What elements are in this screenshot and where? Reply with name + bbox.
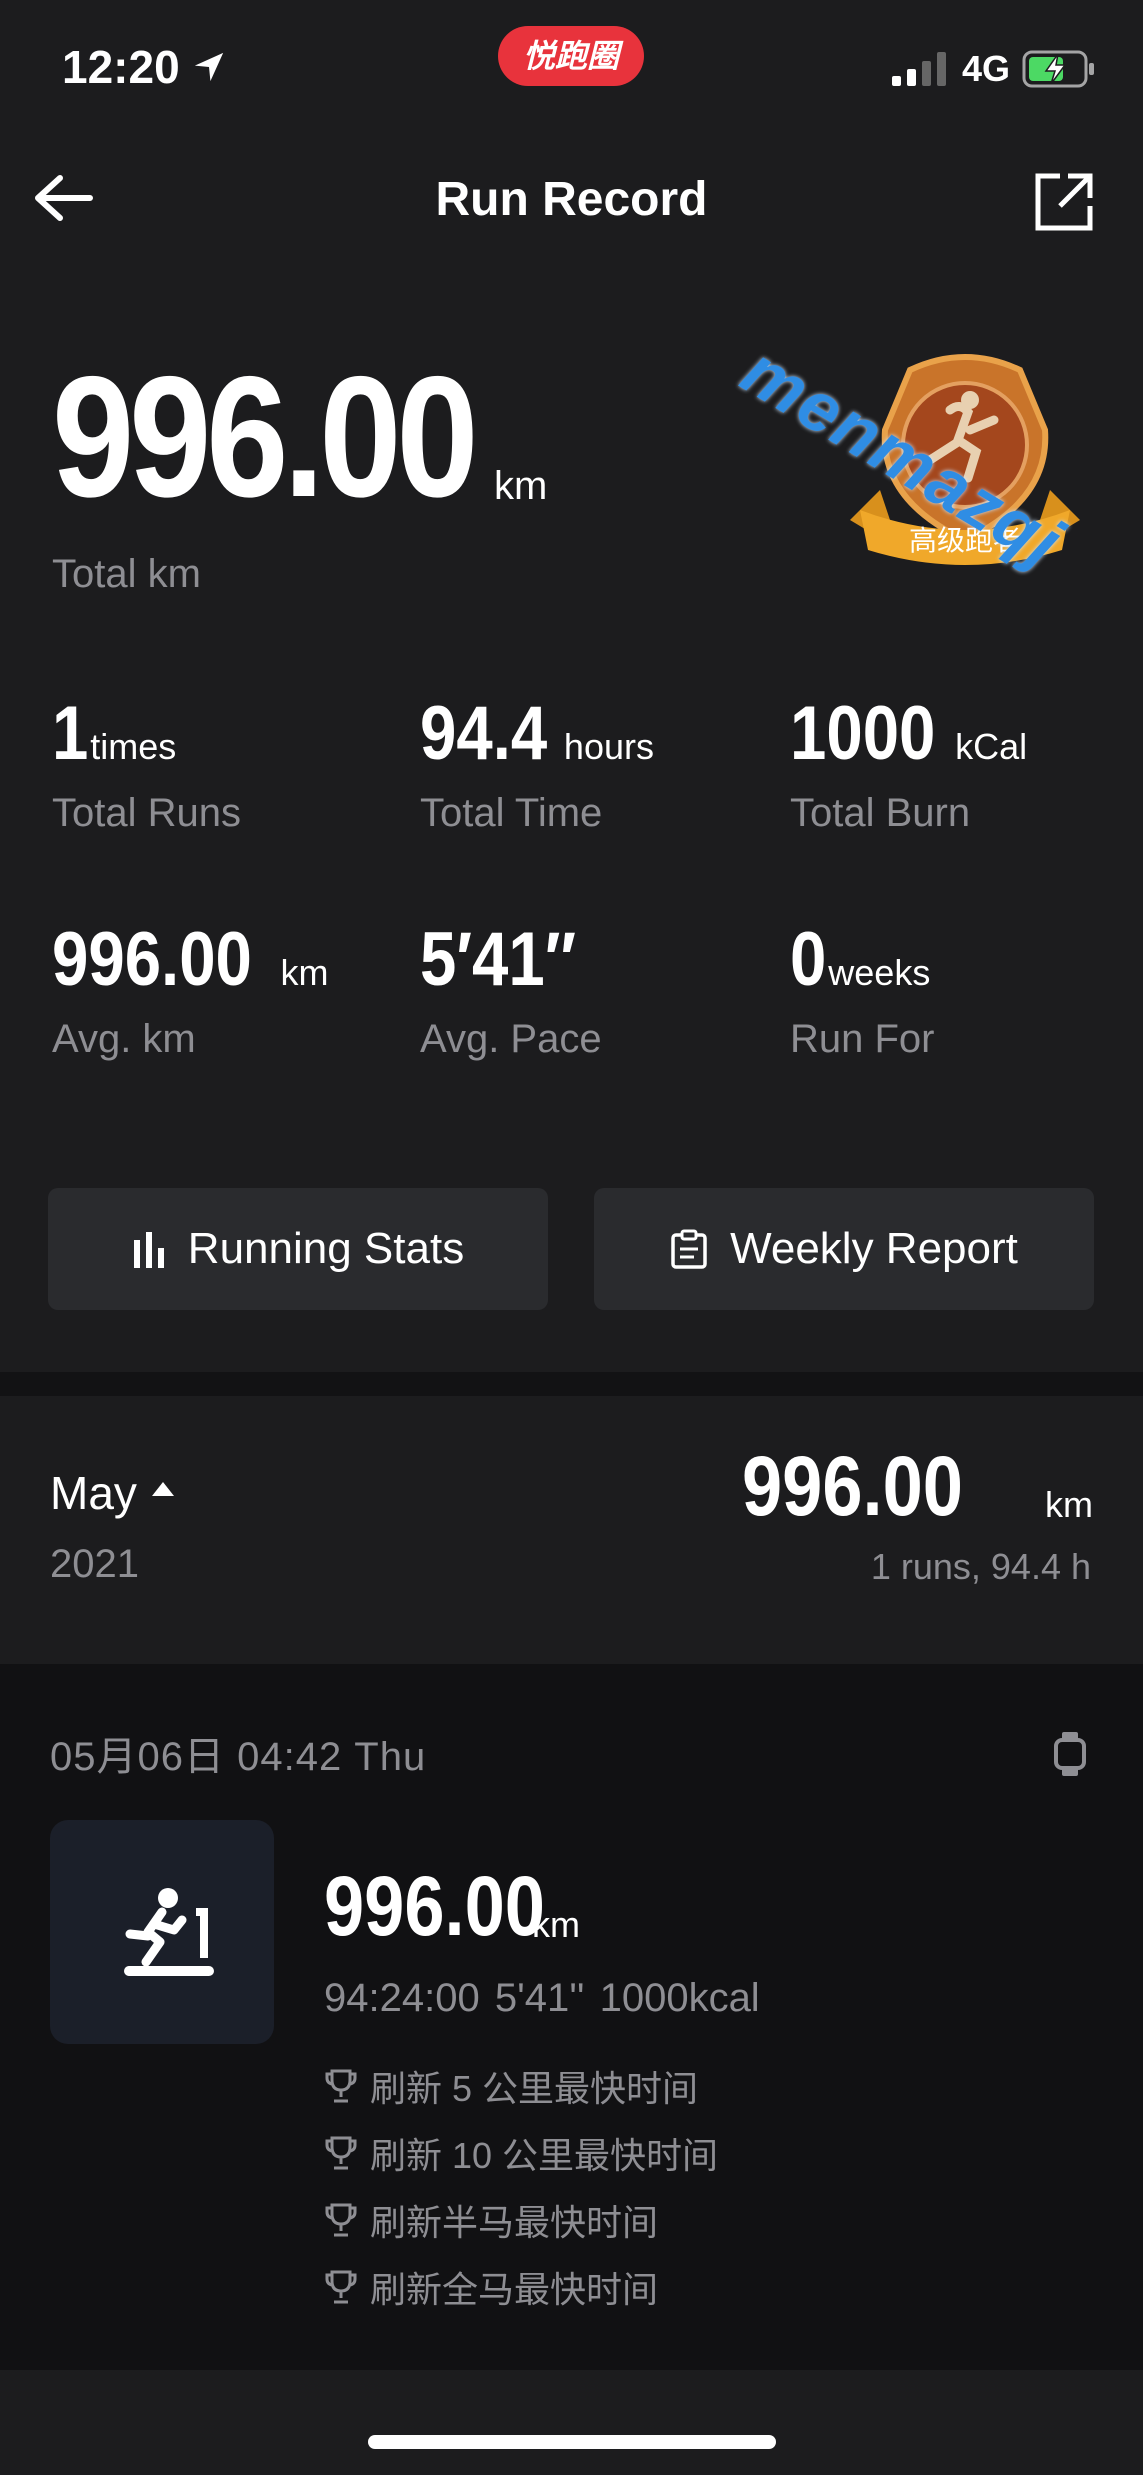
- stat-total-time: 94.4 hours Total Time: [420, 691, 654, 835]
- achievement-item: 刷新 10 公里最快时间: [324, 2127, 718, 2179]
- signal-icon: [892, 52, 946, 86]
- total-km-value: 996.00: [52, 341, 479, 533]
- page-title: Run Record: [435, 173, 708, 226]
- stat-run-for: 0weeks Run For: [790, 917, 935, 1061]
- total-km-unit: km: [494, 464, 548, 508]
- year-label: 2021: [50, 1542, 139, 1586]
- run-date: 05月06日 04:42 Thu: [50, 1735, 427, 1779]
- bar-chart-icon: [133, 1232, 164, 1268]
- share-icon[interactable]: [1030, 168, 1098, 236]
- clipboard-icon: [671, 1229, 707, 1269]
- bottom-area: [0, 2370, 1143, 2475]
- watch-icon: [1054, 1732, 1086, 1776]
- achievement-item: 刷新全马最快时间: [324, 2261, 658, 2313]
- weekly-report-label: Weekly Report: [730, 1224, 1018, 1273]
- stat-avg-km: 996.00 km Avg. km: [52, 917, 329, 1061]
- caret-up-icon[interactable]: [150, 1478, 176, 1498]
- achievement-item: 刷新半马最快时间: [324, 2194, 658, 2246]
- trophy-icon: [325, 2069, 357, 2103]
- location-arrow-icon: [194, 52, 224, 82]
- month-label[interactable]: May: [50, 1466, 137, 1520]
- month-km-value: 996.00: [742, 1439, 963, 1533]
- stat-total-runs: 1times Total Runs: [52, 691, 241, 835]
- run-type-thumbnail: [50, 1820, 274, 2044]
- total-km-label: Total km: [52, 552, 201, 596]
- home-indicator[interactable]: [368, 2435, 776, 2449]
- trophy-icon: [325, 2270, 357, 2304]
- network-type: 4G: [962, 48, 1011, 89]
- running-stats-button[interactable]: Running Stats: [48, 1188, 548, 1310]
- month-summary-sub: 1 runs, 94.4 h: [870, 1546, 1091, 1587]
- month-summary-panel[interactable]: [0, 1396, 1143, 1664]
- trophy-icon: [325, 2203, 357, 2237]
- section-divider: [0, 1372, 1143, 1396]
- status-time: 12:20: [62, 41, 180, 93]
- run-km-unit: km: [532, 1904, 580, 1945]
- month-km-unit: km: [1045, 1484, 1093, 1525]
- stat-total-burn: 1000 kCal Total Burn: [790, 691, 1028, 835]
- treadmill-icon: [124, 1888, 214, 1976]
- achievement-item: 刷新 5 公里最快时间: [324, 2060, 698, 2112]
- running-stats-label: Running Stats: [187, 1224, 465, 1273]
- weekly-report-button[interactable]: Weekly Report: [594, 1188, 1094, 1310]
- run-km-value: 996.00: [324, 1859, 545, 1953]
- battery-charging-icon: [1022, 50, 1094, 88]
- trophy-icon: [325, 2136, 357, 2170]
- run-meta: 94:24:00 5'41'' 1000kcal: [324, 1976, 760, 2020]
- stat-avg-pace: 5′41″ Avg. Pace: [420, 917, 602, 1061]
- app-badge: 悦跑圈: [498, 26, 644, 86]
